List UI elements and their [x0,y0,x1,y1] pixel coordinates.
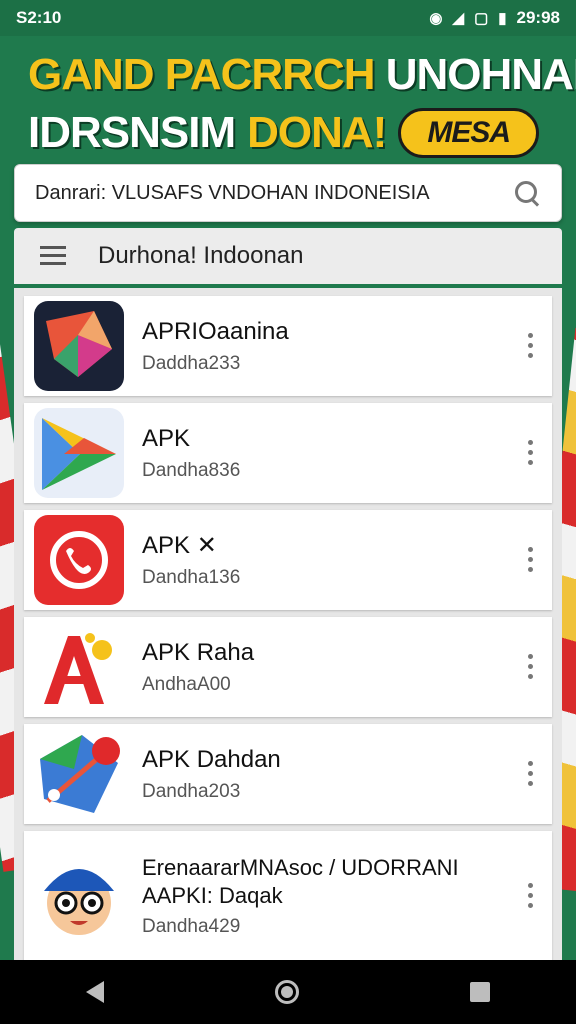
banner-line-2-yellow: DONA! [247,108,387,157]
banner-line-2: IDRSNSIM DONA! MESA [28,104,548,162]
app-name: APK [142,425,191,452]
recent-apps-icon[interactable] [470,982,491,1002]
status-clock-right: 29:98 [516,8,560,27]
app-subtitle: Dandha429 [142,916,241,937]
sim-icon: ▢ [474,10,489,27]
list-item[interactable]: APK Dahdan Dandha203 [24,724,552,824]
banner-line-1-white: UNOHNAN [385,50,576,99]
app-text: APK Dahdan Dandha203 [142,745,526,803]
phone-app-icon [34,515,124,605]
app-subtitle: Daddha233 [142,353,241,374]
app-subtitle: Dandha203 [142,781,241,802]
more-options-icon[interactable] [526,883,534,909]
system-nav-bar [0,960,576,1024]
app-name: APK Raha [142,639,255,666]
search-input[interactable]: Danrari: VLUSAFS VNDOHAN INDONEISIA [35,182,513,205]
search-icon[interactable] [513,179,541,207]
app-name-line-2: AAPKI: Daqak [142,883,283,908]
app-name: APK ✕ [142,532,217,559]
back-icon[interactable] [85,981,104,1003]
list-item[interactable]: APK Dandha836 [24,403,552,503]
app-name: APRIOaanina [142,318,289,345]
list-title: Durhona! Indoonan [98,242,304,269]
origami-app-icon [34,301,124,391]
banner-line-1-yellow: GAND PACRRCH [28,50,376,99]
status-bar: S2:10 ◉ ◢ ▢ ▮ 29:98 [0,0,576,36]
banner-pill-button[interactable]: MESA [398,108,540,158]
app-name: ErenaararMNAsoc / UDORRANI [142,855,459,880]
promo-banner: GAND PACRRCH UNOHNAN IDRSNSIM DONA! MESA [0,40,576,160]
banner-line-1: GAND PACRRCH UNOHNAN [28,46,576,104]
search-bar[interactable]: Danrari: VLUSAFS VNDOHAN INDONEISIA [14,164,562,222]
more-options-icon[interactable] [526,547,534,573]
app-text: APK Dandha836 [142,424,526,482]
more-options-icon[interactable] [526,333,534,359]
app-list: APRIOaanina Daddha233 APK Dandha836 APK … [14,288,562,960]
banner-line-2-white: IDRSNSIM [28,108,236,157]
app-text: APRIOaanina Daddha233 [142,317,526,375]
more-options-icon[interactable] [526,761,534,787]
play-triangle-app-icon [34,408,124,498]
mascot-app-icon [34,851,124,941]
list-header: Durhona! Indoonan [14,228,562,284]
more-options-icon[interactable] [526,440,534,466]
more-options-icon[interactable] [526,654,534,680]
hamburger-menu-icon[interactable] [40,246,66,266]
wifi-icon: ◉ [429,10,443,27]
app-name: APK Dahdan [142,746,281,773]
app-subtitle: Dandha836 [142,460,241,481]
app-subtitle: AndhaA00 [142,674,231,695]
battery-icon: ▮ [498,10,507,27]
list-item[interactable]: APRIOaanina Daddha233 [24,296,552,396]
status-icons: ◉ ◢ ▢ ▮ 29:98 [429,8,560,28]
app-text: APK Raha AndhaA00 [142,638,526,696]
app-subtitle: Dandha136 [142,567,241,588]
list-item[interactable]: ErenaararMNAsoc / UDORRANI AAPKI: Daqak … [24,831,552,960]
list-item[interactable]: APK ✕ Dandha136 [24,510,552,610]
app-text: APK ✕ Dandha136 [142,531,526,589]
letter-a-app-icon [34,622,124,712]
map-app-icon [34,729,124,819]
home-icon[interactable] [274,980,299,1004]
app-text: ErenaararMNAsoc / UDORRANI AAPKI: Daqak … [142,854,526,938]
signal-icon: ◢ [452,10,465,27]
list-item[interactable]: APK Raha AndhaA00 [24,617,552,717]
status-time: S2:10 [16,8,62,27]
